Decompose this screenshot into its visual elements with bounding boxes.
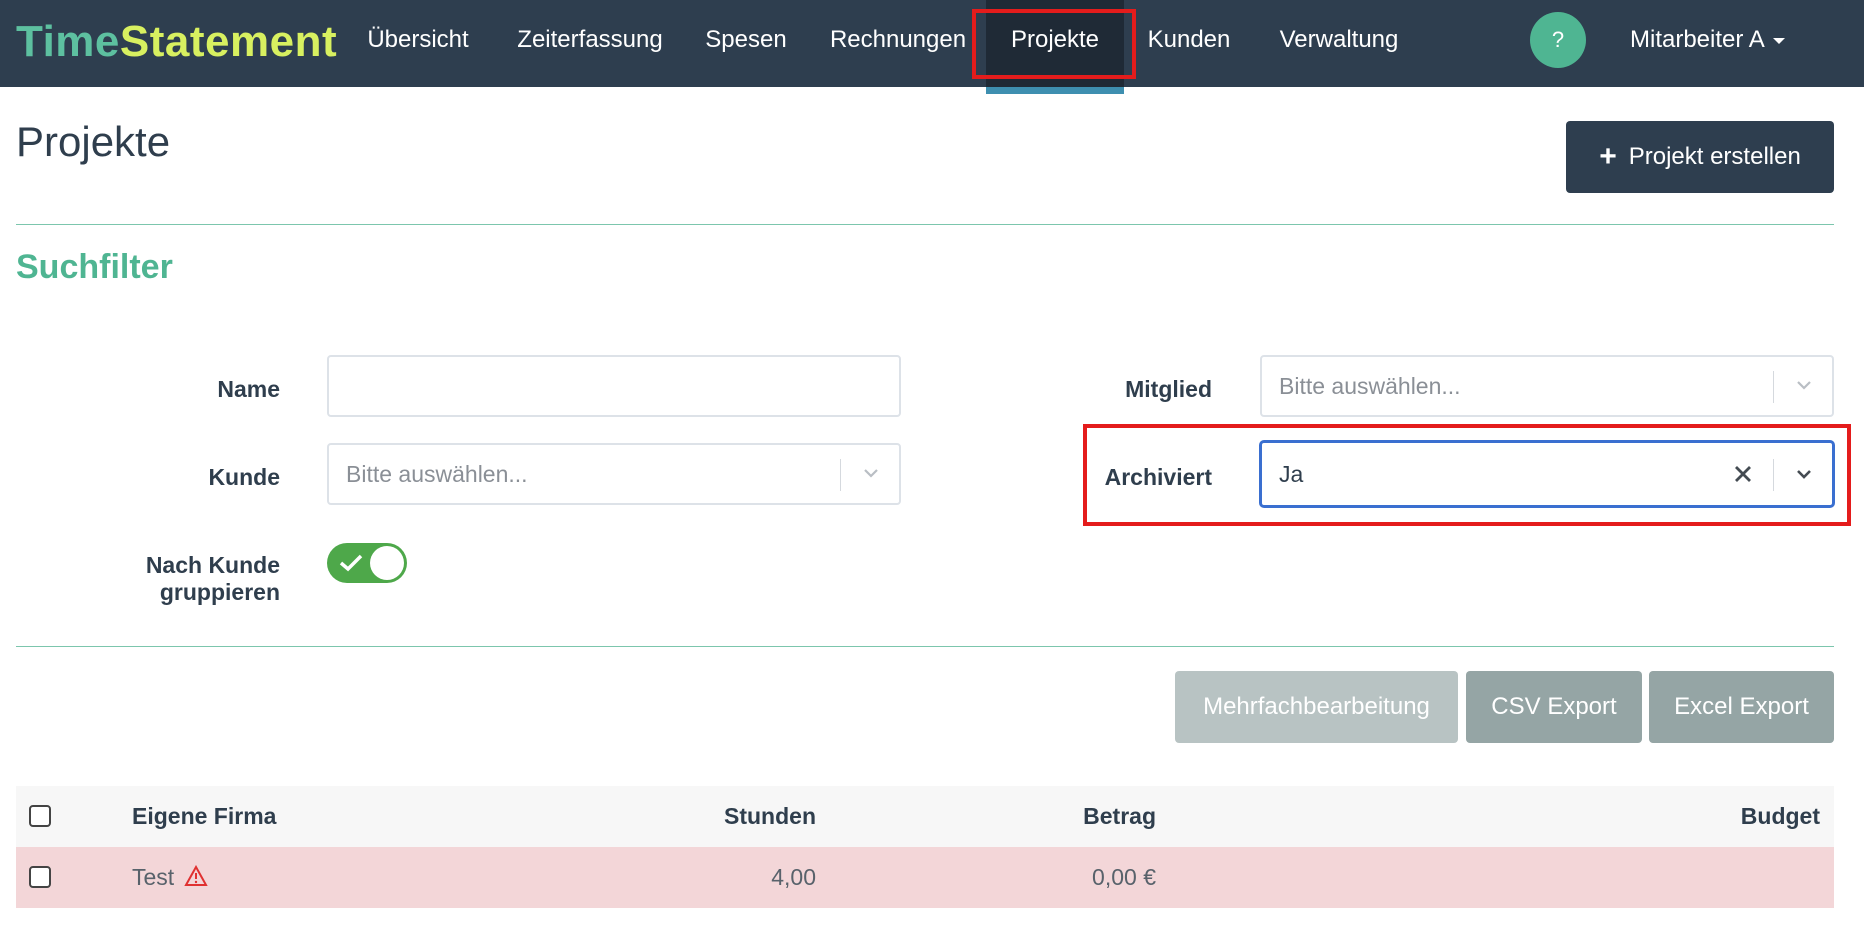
page-title: Projekte bbox=[16, 118, 171, 165]
column-header-eigene-firma[interactable]: Eigene Firma bbox=[132, 786, 276, 847]
brand-part-statement: Statement bbox=[119, 17, 338, 66]
help-button[interactable]: ? bbox=[1530, 12, 1586, 68]
mitglied-select[interactable]: Bitte auswählen... bbox=[1260, 355, 1834, 417]
check-icon bbox=[339, 554, 363, 572]
csv-export-button[interactable]: CSV Export bbox=[1466, 671, 1642, 743]
name-label: Name bbox=[217, 376, 280, 402]
nav-item-spesen[interactable]: Spesen bbox=[694, 0, 798, 87]
column-header-stunden[interactable]: Stunden bbox=[616, 786, 816, 847]
create-project-button[interactable]: + Projekt erstellen bbox=[1566, 121, 1834, 193]
chevron-down-icon[interactable] bbox=[1796, 377, 1812, 393]
table-header: Eigene Firma Stunden Betrag Budget bbox=[16, 786, 1834, 847]
cell-stunden: 4,00 bbox=[771, 864, 816, 890]
select-separator bbox=[1773, 371, 1774, 403]
create-project-label: Projekt erstellen bbox=[1628, 143, 1801, 170]
select-all-checkbox[interactable] bbox=[29, 805, 51, 827]
cell-budget bbox=[1616, 847, 1820, 908]
excel-export-button[interactable]: Excel Export bbox=[1649, 671, 1834, 743]
nav-item-zeiterfassung[interactable]: Zeiterfassung bbox=[508, 0, 672, 87]
mitglied-label: Mitglied bbox=[1125, 376, 1212, 402]
cell-name[interactable]: Test bbox=[132, 847, 208, 908]
plus-icon: + bbox=[1599, 140, 1617, 173]
highlight-archiviert-filter bbox=[1083, 424, 1851, 526]
project-name[interactable]: Test bbox=[132, 864, 174, 890]
column-header-budget[interactable]: Budget bbox=[1616, 786, 1820, 847]
chevron-down-icon[interactable] bbox=[863, 465, 879, 481]
kunde-placeholder: Bitte auswählen... bbox=[346, 461, 528, 487]
table-row[interactable]: Test 4,00 0,00 € bbox=[16, 847, 1834, 908]
select-separator bbox=[840, 459, 841, 491]
filter-divider bbox=[16, 646, 1834, 647]
nav-item-uebersicht[interactable]: Übersicht bbox=[348, 0, 488, 87]
mitglied-placeholder: Bitte auswählen... bbox=[1279, 373, 1461, 399]
highlight-projekte-nav bbox=[972, 9, 1136, 79]
caret-down-icon bbox=[1772, 37, 1785, 44]
warning-icon bbox=[184, 865, 208, 886]
kunde-select[interactable]: Bitte auswählen... bbox=[327, 443, 901, 505]
top-navbar: TimeStatement Übersicht Zeiterfassung Sp… bbox=[0, 0, 1864, 94]
multi-edit-button[interactable]: Mehrfachbearbeitung bbox=[1175, 671, 1458, 743]
row-checkbox[interactable] bbox=[29, 866, 51, 888]
user-menu[interactable]: Mitarbeiter A bbox=[1630, 0, 1785, 80]
nav-item-rechnungen[interactable]: Rechnungen bbox=[822, 0, 974, 87]
brand-logo[interactable]: TimeStatement bbox=[16, 14, 337, 70]
header-divider bbox=[16, 224, 1834, 225]
user-menu-label: Mitarbeiter A bbox=[1630, 26, 1765, 53]
kunde-label: Kunde bbox=[208, 464, 280, 490]
toggle-knob bbox=[370, 546, 404, 580]
section-title-suchfilter: Suchfilter bbox=[16, 248, 173, 286]
brand-part-time: Time bbox=[16, 17, 120, 66]
cell-betrag: 0,00 € bbox=[1092, 864, 1156, 890]
nav-item-verwaltung[interactable]: Verwaltung bbox=[1266, 0, 1412, 87]
column-header-betrag[interactable]: Betrag bbox=[956, 786, 1156, 847]
name-input[interactable] bbox=[327, 355, 901, 417]
group-by-customer-toggle[interactable] bbox=[327, 543, 407, 583]
nav-item-kunden[interactable]: Kunden bbox=[1136, 0, 1242, 87]
group-by-customer-label: Nach Kunde gruppieren bbox=[145, 552, 280, 605]
